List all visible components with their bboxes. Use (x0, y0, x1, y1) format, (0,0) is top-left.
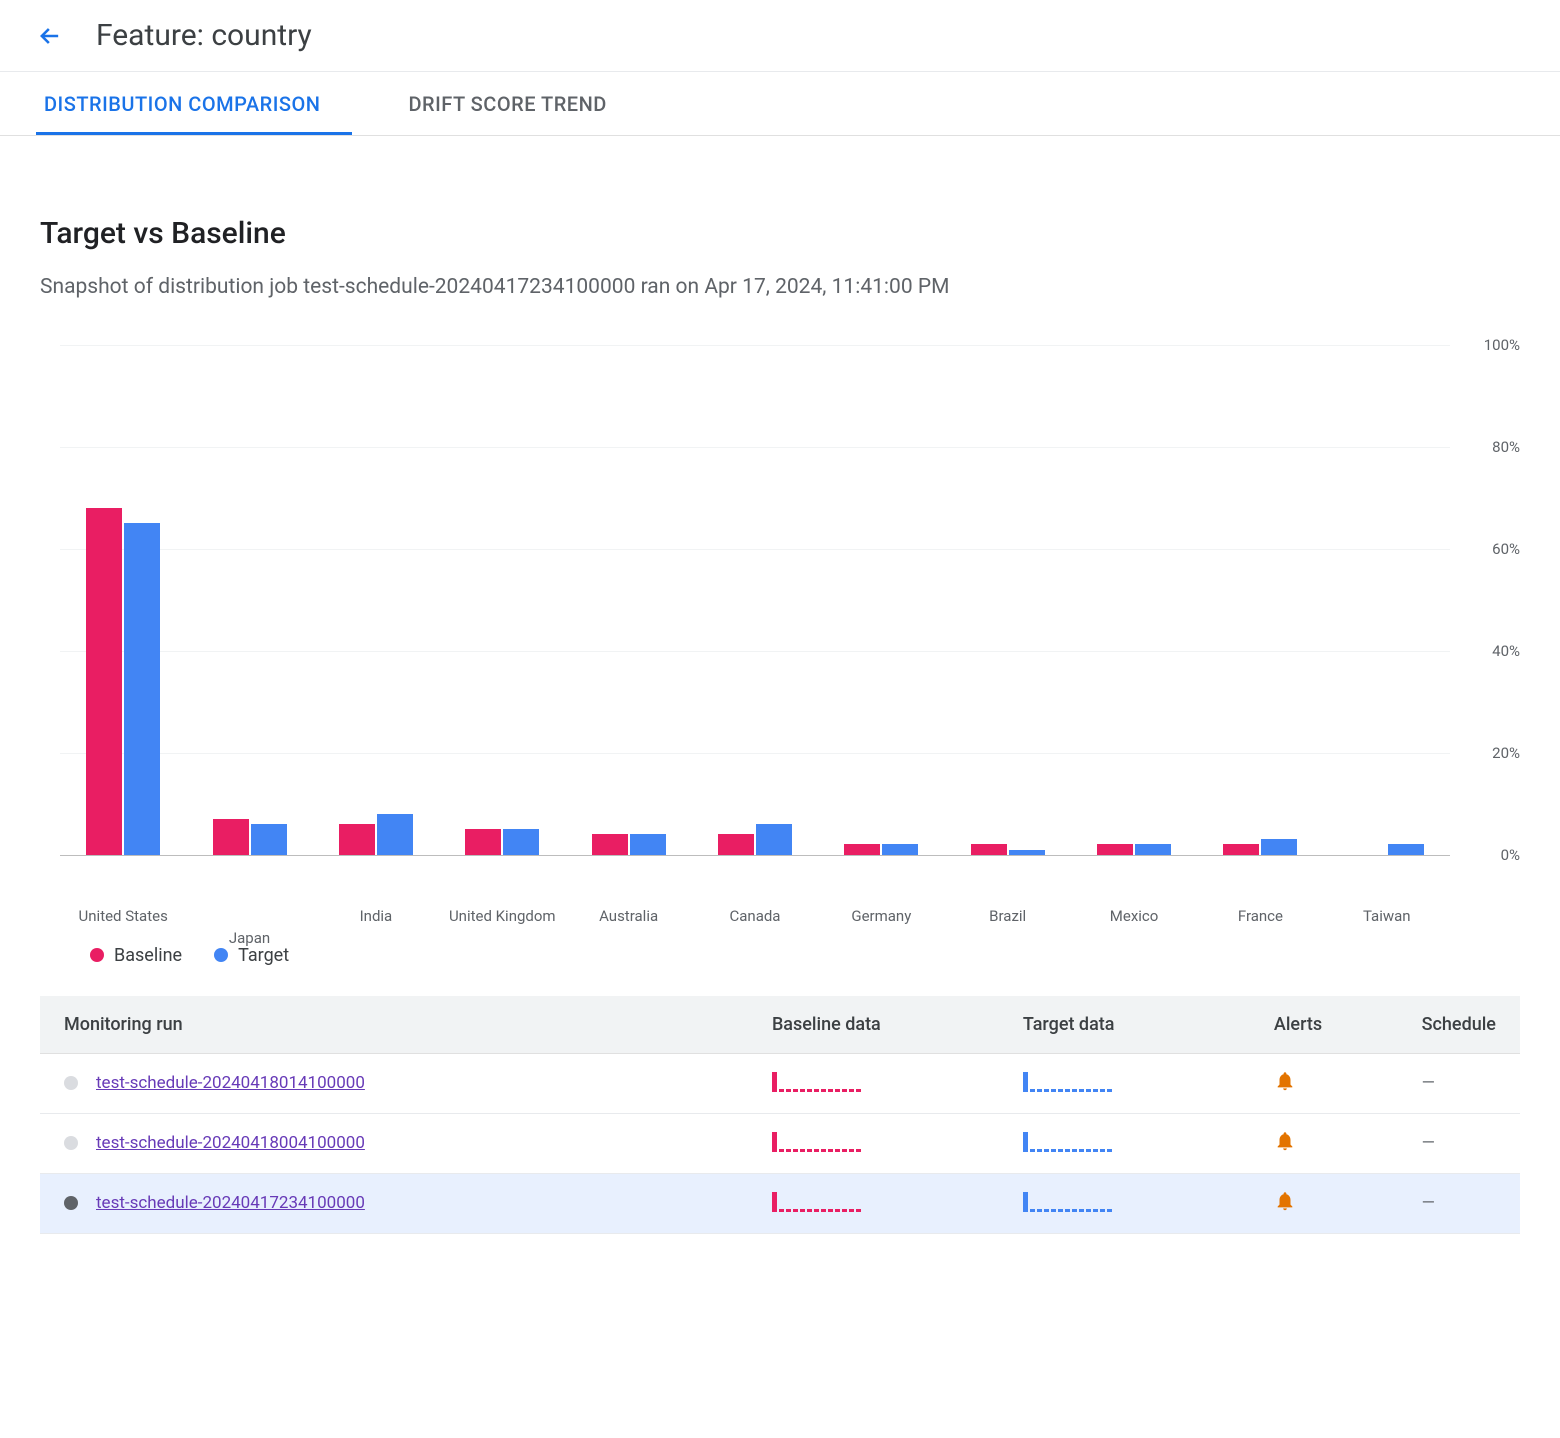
x-label: Mexico (1071, 907, 1197, 925)
bar-group (60, 345, 186, 855)
chart-legend: Baseline Target (90, 945, 1520, 966)
y-tick: 0% (1501, 846, 1520, 864)
bar-group (692, 345, 818, 855)
legend-target: Target (214, 945, 289, 966)
target-bar (1261, 839, 1297, 854)
schedule-value: — (1422, 1073, 1435, 1093)
chart-y-axis: 0%20%40%60%80%100% (1460, 345, 1520, 855)
bar-group (1324, 345, 1450, 855)
target-bar (251, 824, 287, 855)
baseline-bar (339, 824, 375, 855)
y-tick: 80% (1492, 438, 1520, 456)
status-dot (64, 1196, 78, 1210)
x-label: Japan (186, 929, 312, 947)
x-label: France (1197, 907, 1323, 925)
y-tick: 60% (1492, 540, 1520, 558)
x-label: United Kingdom (439, 907, 565, 925)
header-bar: Feature: country (0, 0, 1560, 72)
x-label: Canada (692, 907, 818, 925)
monitoring-run-link[interactable]: test-schedule-20240417234100000 (96, 1193, 365, 1213)
status-dot (64, 1136, 78, 1150)
bar-group (818, 345, 944, 855)
legend-swatch-baseline (90, 948, 104, 962)
bar-group (186, 345, 312, 855)
schedule-value: — (1422, 1133, 1435, 1153)
baseline-bar (213, 819, 249, 855)
distribution-chart: 0%20%40%60%80%100% United StatesJapanInd… (60, 345, 1450, 885)
legend-label-baseline: Baseline (114, 945, 182, 966)
legend-baseline: Baseline (90, 945, 182, 966)
sparkline-target (1023, 1070, 1112, 1092)
x-label: Australia (565, 907, 691, 925)
tab-drift-score-trend[interactable]: DRIFT SCORE TREND (400, 72, 638, 135)
status-dot (64, 1076, 78, 1090)
x-label: Brazil (945, 907, 1071, 925)
baseline-bar (844, 844, 880, 854)
chart-x-axis (60, 855, 1450, 885)
section-subtitle: Snapshot of distribution job test-schedu… (40, 271, 1040, 305)
sparkline-baseline (772, 1130, 861, 1152)
col-header-alerts: Alerts (1250, 996, 1398, 1054)
tab-distribution-comparison[interactable]: DISTRIBUTION COMPARISON (36, 72, 352, 135)
baseline-bar (718, 834, 754, 854)
baseline-bar (971, 844, 1007, 854)
bar-group (1071, 345, 1197, 855)
target-bar (882, 844, 918, 854)
sparkline-target (1023, 1190, 1112, 1212)
legend-label-target: Target (238, 945, 289, 966)
chart-plot-area (60, 345, 1450, 855)
monitoring-run-link[interactable]: test-schedule-20240418014100000 (96, 1073, 365, 1093)
back-arrow-icon[interactable] (36, 22, 64, 50)
x-label: United States (60, 907, 186, 925)
col-header-monitoring-run: Monitoring run (40, 996, 748, 1054)
y-tick: 20% (1492, 744, 1520, 762)
bar-group (1197, 345, 1323, 855)
alert-bell-icon[interactable] (1274, 1077, 1296, 1097)
target-bar (377, 814, 413, 855)
bar-group (313, 345, 439, 855)
x-label: India (313, 907, 439, 925)
chart-x-labels: United StatesJapanIndiaUnited KingdomAus… (60, 897, 1450, 915)
target-bar (503, 829, 539, 855)
baseline-bar (465, 829, 501, 855)
monitoring-runs-table: Monitoring run Baseline data Target data… (40, 996, 1520, 1234)
baseline-bar (1223, 844, 1259, 854)
table-row[interactable]: test-schedule-20240418014100000 — (40, 1053, 1520, 1113)
baseline-bar (86, 508, 122, 855)
main-content: Target vs Baseline Snapshot of distribut… (0, 136, 1560, 1254)
bar-group (565, 345, 691, 855)
col-header-target-data: Target data (999, 996, 1250, 1054)
baseline-bar (592, 834, 628, 854)
target-bar (756, 824, 792, 855)
page-title: Feature: country (96, 18, 312, 53)
schedule-value: — (1422, 1193, 1435, 1213)
target-bar (1388, 844, 1424, 854)
bar-group (439, 345, 565, 855)
y-tick: 100% (1484, 336, 1520, 354)
sparkline-baseline (772, 1190, 861, 1212)
x-label: Taiwan (1324, 907, 1450, 925)
table-row[interactable]: test-schedule-20240418004100000 — (40, 1113, 1520, 1173)
col-header-baseline-data: Baseline data (748, 996, 999, 1054)
target-bar (630, 834, 666, 854)
baseline-bar (1097, 844, 1133, 854)
target-bar (1135, 844, 1171, 854)
target-bar (124, 523, 160, 855)
alert-bell-icon[interactable] (1274, 1197, 1296, 1217)
sparkline-target (1023, 1130, 1112, 1152)
col-header-schedule: Schedule (1398, 996, 1520, 1054)
x-label: Germany (818, 907, 944, 925)
monitoring-run-link[interactable]: test-schedule-20240418004100000 (96, 1133, 365, 1153)
bar-group (945, 345, 1071, 855)
alert-bell-icon[interactable] (1274, 1137, 1296, 1157)
table-row[interactable]: test-schedule-20240417234100000 — (40, 1173, 1520, 1233)
y-tick: 40% (1492, 642, 1520, 660)
sparkline-baseline (772, 1070, 861, 1092)
tabs: DISTRIBUTION COMPARISON DRIFT SCORE TREN… (0, 72, 1560, 136)
legend-swatch-target (214, 948, 228, 962)
section-title: Target vs Baseline (40, 216, 1520, 251)
